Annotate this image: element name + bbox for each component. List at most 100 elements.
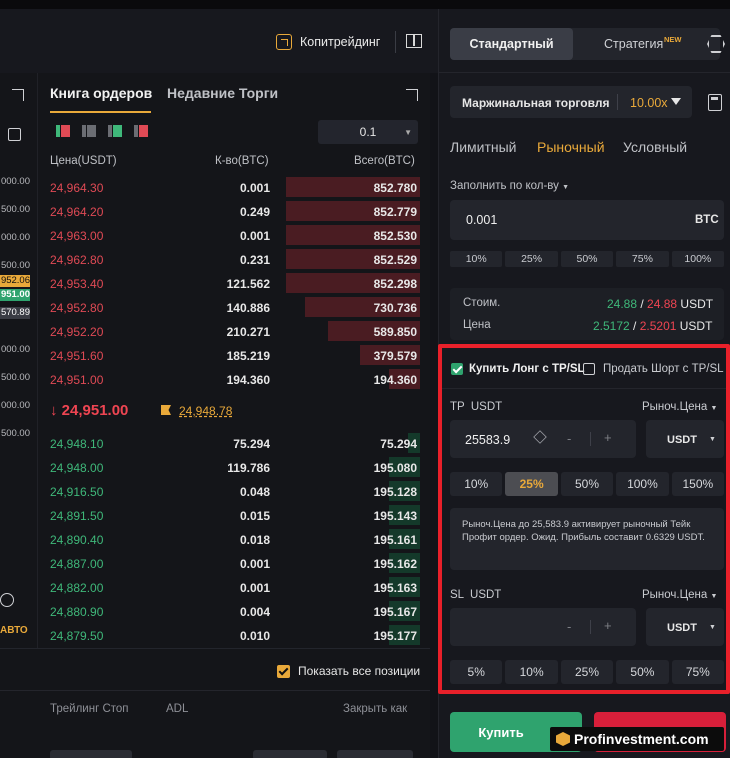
layout-both-icon[interactable] bbox=[56, 125, 70, 137]
auto-label[interactable]: авто bbox=[0, 625, 28, 636]
ask-row[interactable]: 24,964.30 0.001 852.780 bbox=[50, 176, 420, 200]
copytrading-button[interactable]: Копитрейдинг bbox=[276, 34, 380, 50]
qty-pct-10[interactable]: 10% bbox=[450, 251, 503, 267]
row-total: 195.080 bbox=[373, 461, 417, 475]
row-price: 24,948.10 bbox=[50, 437, 104, 451]
tab-recent-trades[interactable]: Недавние Торги bbox=[167, 85, 278, 101]
show-all-label: Показать все позиции bbox=[298, 664, 421, 678]
fill-by-qty-label: Заполнить по кол-ву bbox=[450, 180, 559, 192]
left-value: 500.00 bbox=[0, 372, 30, 383]
col-price: Цена(USDT) bbox=[50, 155, 117, 167]
layout-grid-icon[interactable] bbox=[82, 125, 96, 137]
row-price: 24,879.50 bbox=[50, 629, 104, 643]
ask-row[interactable]: 24,951.00 194.360 194.360 bbox=[50, 368, 420, 392]
watermark: Profinvestment.com bbox=[550, 727, 724, 751]
bid-row[interactable]: 24,882.00 0.001 195.163 bbox=[50, 576, 420, 600]
caret-down-icon: ▼ bbox=[562, 184, 570, 191]
row-total: 195.177 bbox=[373, 629, 417, 643]
row-qty: 0.001 bbox=[239, 229, 270, 243]
row-qty: 119.786 bbox=[227, 461, 270, 475]
tab-standard[interactable]: Стандартный bbox=[450, 28, 573, 60]
expand-icon[interactable] bbox=[12, 89, 24, 101]
row-price: 24,890.40 bbox=[50, 533, 104, 547]
col-trailing-stop: Трейлинг Стоп bbox=[50, 703, 129, 715]
row-total: 852.298 bbox=[373, 277, 417, 291]
position-button[interactable] bbox=[50, 750, 132, 758]
gear-icon[interactable] bbox=[0, 593, 14, 607]
row-qty: 210.271 bbox=[226, 325, 270, 339]
bid-row[interactable]: 24,880.90 0.004 195.167 bbox=[50, 600, 420, 624]
row-qty: 194.360 bbox=[226, 373, 270, 387]
position-button[interactable] bbox=[253, 750, 327, 758]
qty-pct-75[interactable]: 75% bbox=[616, 251, 669, 267]
row-qty: 185.219 bbox=[226, 349, 270, 363]
price-unit: USDT bbox=[679, 319, 713, 333]
divider bbox=[0, 690, 430, 691]
tab-limit[interactable]: Лимитный bbox=[450, 139, 516, 155]
row-qty: 75.294 bbox=[233, 437, 270, 451]
ask-row[interactable]: 24,951.60 185.219 379.579 bbox=[50, 344, 420, 368]
row-price: 24,882.00 bbox=[50, 581, 104, 595]
tab-strategy[interactable]: Стратегия bbox=[604, 37, 663, 51]
tab-market[interactable]: Рыночный bbox=[537, 139, 605, 155]
price-buy: 2.5172 bbox=[593, 319, 630, 333]
ask-row[interactable]: 24,962.80 0.231 852.529 bbox=[50, 248, 420, 272]
checkbox-icon[interactable] bbox=[277, 664, 290, 678]
ask-row[interactable]: 24,952.20 210.271 589.850 bbox=[50, 320, 420, 344]
bid-row[interactable]: 24,887.00 0.001 195.162 bbox=[50, 552, 420, 576]
row-qty: 0.015 bbox=[239, 509, 270, 523]
bid-row[interactable]: 24,890.40 0.018 195.161 bbox=[50, 528, 420, 552]
ask-row[interactable]: 24,963.00 0.001 852.530 bbox=[50, 224, 420, 248]
left-value-last: 951.00 bbox=[0, 289, 30, 301]
row-total: 730.736 bbox=[373, 301, 417, 315]
precision-select[interactable]: 0.1 ▼ bbox=[318, 120, 418, 144]
bid-row[interactable]: 24,948.00 119.786 195.080 bbox=[50, 456, 420, 480]
tab-orderbook[interactable]: Книга ордеров bbox=[50, 85, 152, 101]
qty-pct-50[interactable]: 50% bbox=[560, 251, 614, 267]
row-total: 195.143 bbox=[373, 509, 417, 523]
ask-row[interactable]: 24,952.80 140.886 730.736 bbox=[50, 296, 420, 320]
bid-row[interactable]: 24,948.10 75.294 75.294 bbox=[50, 432, 420, 456]
qty-percent-row: 10% 25% 50% 75% 100% bbox=[450, 251, 725, 267]
last-price: ↓ 24,951.00 bbox=[50, 402, 129, 419]
margin-label: Маржинальная торговля bbox=[462, 96, 610, 110]
row-price: 24,953.40 bbox=[50, 277, 104, 291]
row-total: 194.360 bbox=[373, 373, 417, 387]
fill-by-qty[interactable]: Заполнить по кол-ву ▼ bbox=[450, 180, 569, 192]
row-price: 24,951.60 bbox=[50, 349, 104, 363]
qty-pct-25[interactable]: 25% bbox=[505, 251, 558, 267]
top-strip bbox=[438, 0, 730, 9]
header-divider bbox=[395, 31, 396, 53]
watermark-text: Profinvestment.com bbox=[574, 731, 709, 747]
row-price: 24,951.00 bbox=[50, 373, 104, 387]
row-price: 24,891.50 bbox=[50, 509, 104, 523]
cost-sell: 24.88 bbox=[647, 297, 678, 311]
bid-row[interactable]: 24,916.50 0.048 195.128 bbox=[50, 480, 420, 504]
layout-asks-icon[interactable] bbox=[134, 125, 148, 137]
qty-unit: BTC bbox=[695, 214, 719, 226]
settings-square-icon[interactable] bbox=[8, 128, 21, 141]
show-all-positions[interactable]: Показать все позиции bbox=[277, 664, 420, 678]
row-qty: 0.001 bbox=[239, 581, 270, 595]
tab-conditional[interactable]: Условный bbox=[623, 139, 687, 155]
col-close-as: Закрыть как bbox=[343, 703, 408, 715]
expand-icon[interactable] bbox=[406, 89, 418, 101]
caret-down-icon bbox=[671, 98, 681, 105]
mark-price: 24,948.78 bbox=[179, 404, 233, 418]
bid-row[interactable]: 24,891.50 0.015 195.143 bbox=[50, 504, 420, 528]
layout-bids-icon[interactable] bbox=[108, 125, 122, 137]
leverage-value[interactable]: 10.00x bbox=[630, 96, 668, 110]
col-total: Всего(BTC) bbox=[354, 155, 415, 167]
position-button[interactable] bbox=[337, 750, 413, 758]
watermark-logo-icon bbox=[556, 732, 570, 746]
row-price: 24,880.90 bbox=[50, 605, 104, 619]
price-label: Цена bbox=[463, 319, 491, 331]
ask-row[interactable]: 24,964.20 0.249 852.779 bbox=[50, 200, 420, 224]
bid-row[interactable]: 24,879.50 0.010 195.177 bbox=[50, 624, 420, 648]
book-icon[interactable] bbox=[406, 34, 422, 48]
calculator-icon[interactable] bbox=[708, 94, 722, 111]
qty-pct-100[interactable]: 100% bbox=[671, 251, 725, 267]
ask-row[interactable]: 24,953.40 121.562 852.298 bbox=[50, 272, 420, 296]
row-total: 379.579 bbox=[373, 349, 417, 363]
left-value: 000.00 bbox=[0, 232, 30, 243]
